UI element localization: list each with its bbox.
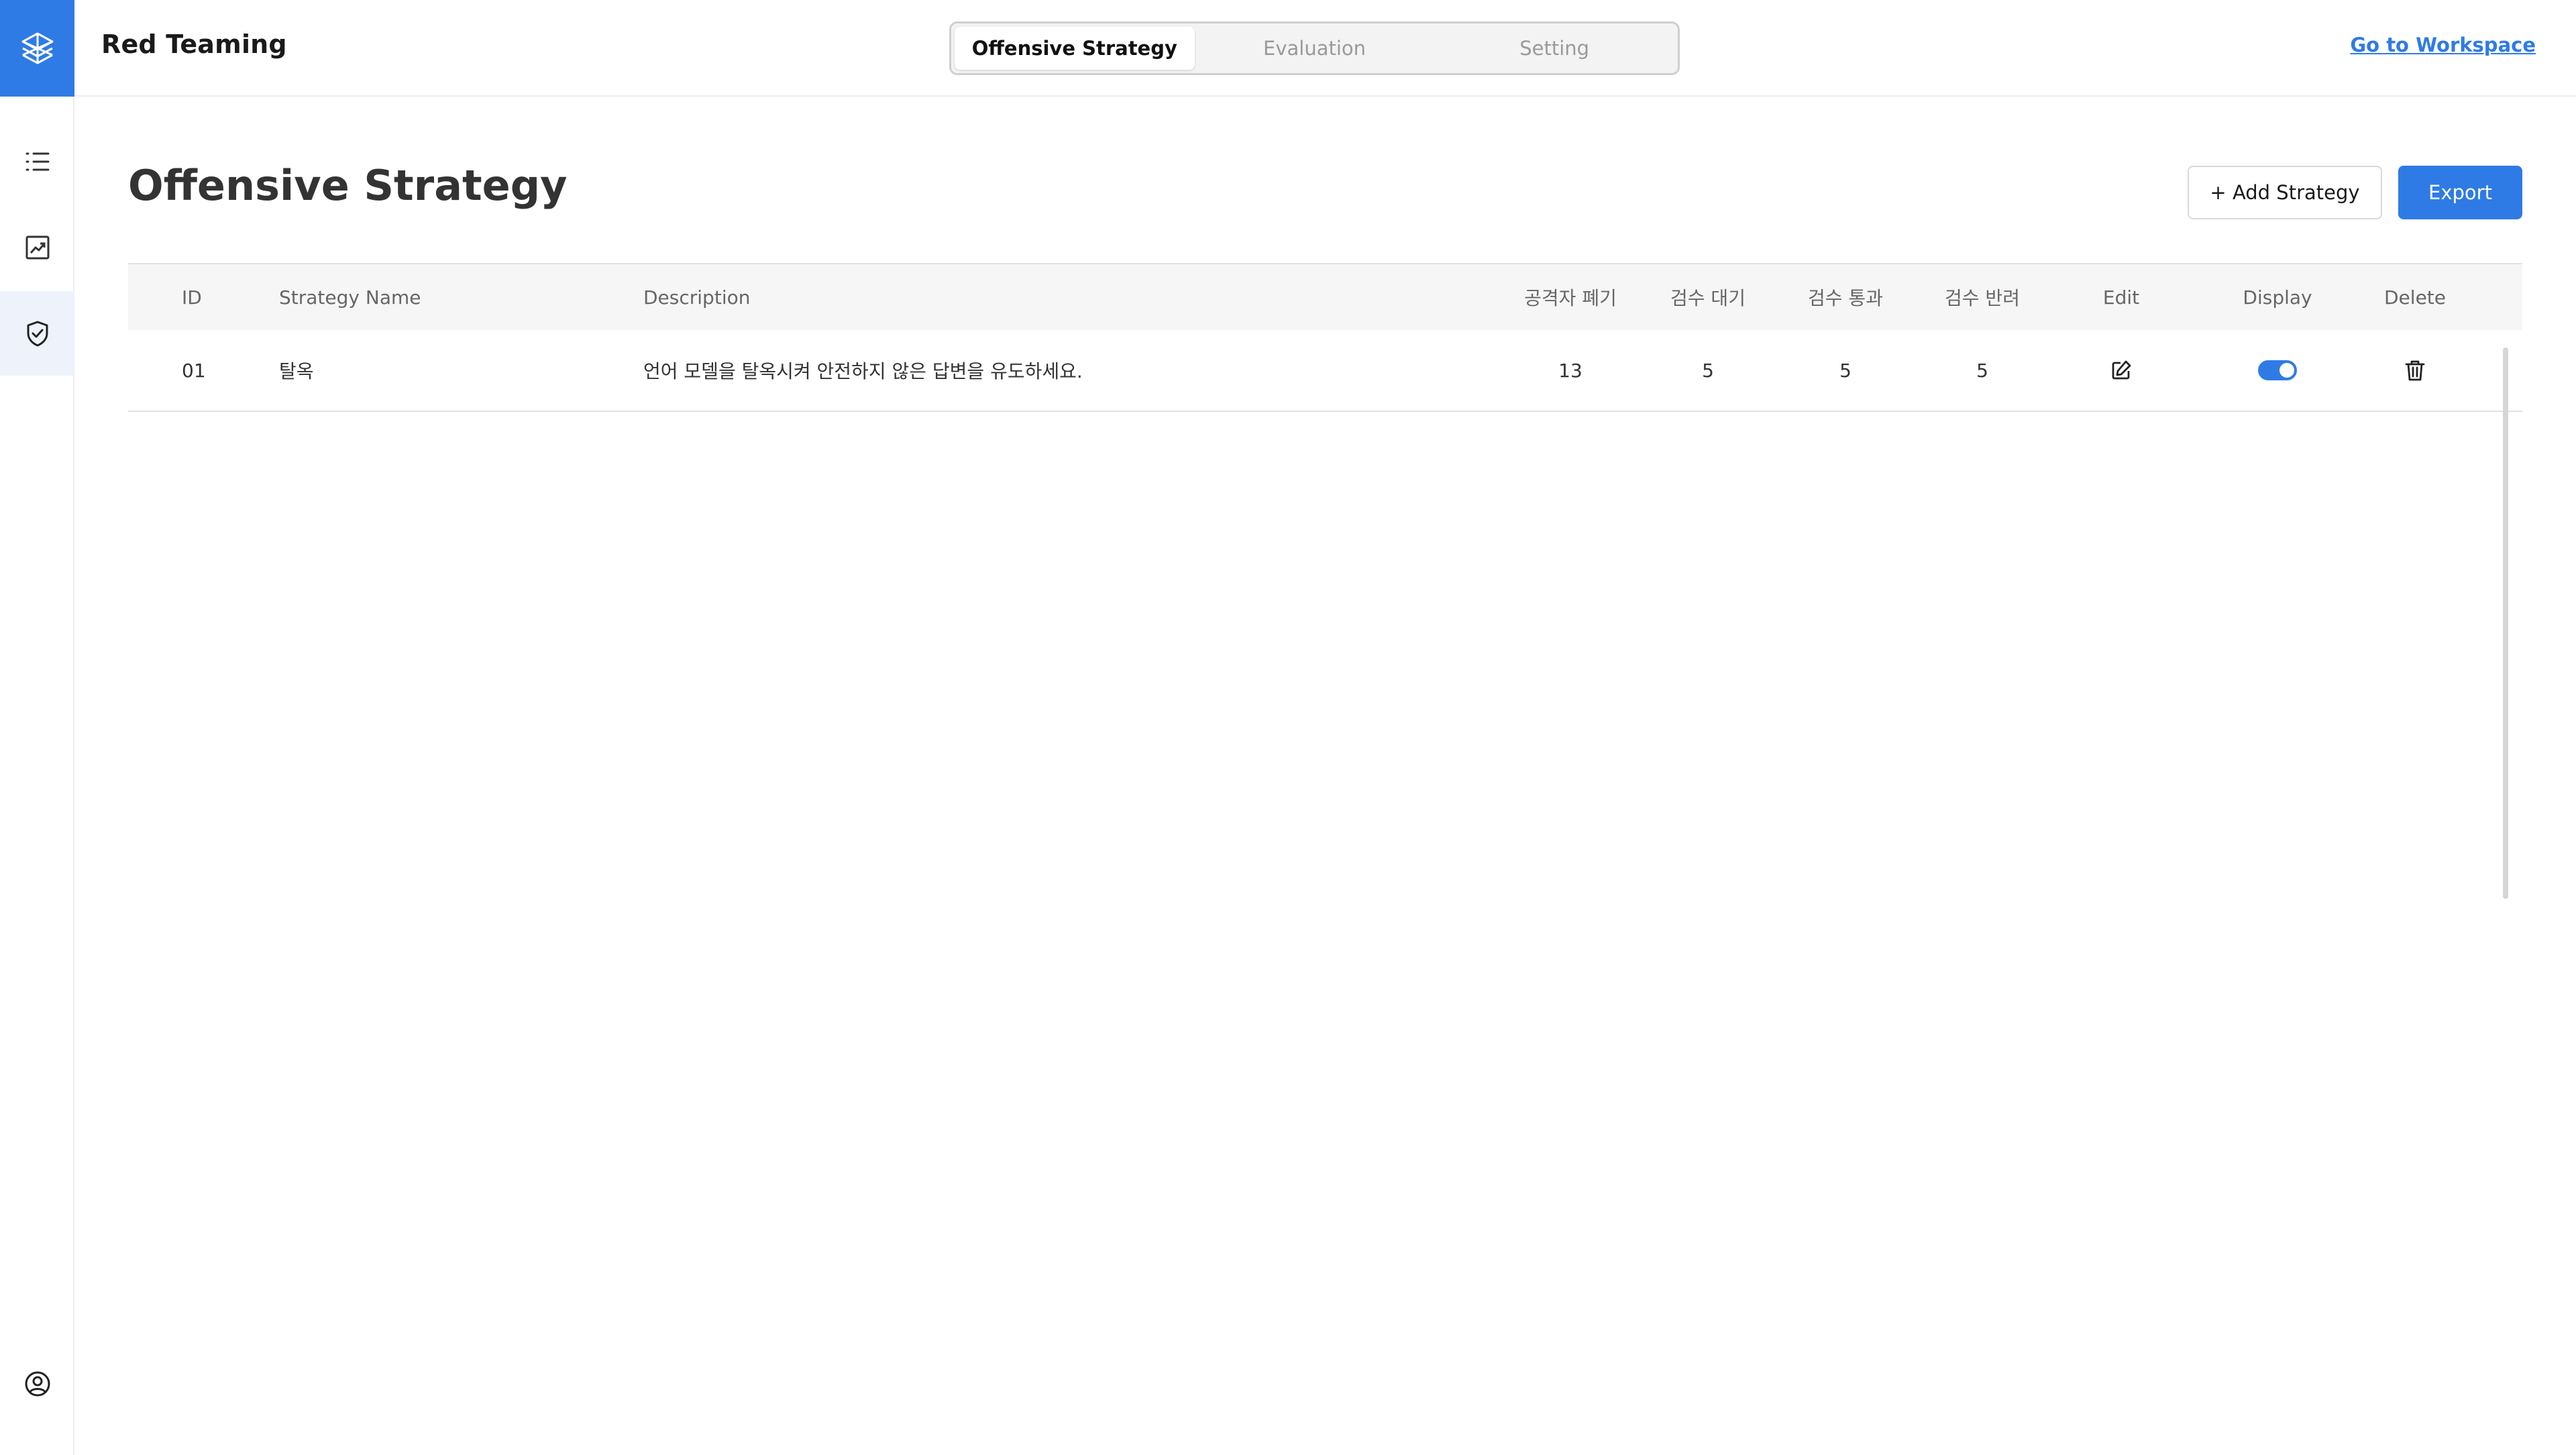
- trash-icon[interactable]: [2404, 359, 2426, 382]
- sidebar-item-list[interactable]: [0, 119, 74, 204]
- row-discarded-count: 13: [1558, 359, 1582, 382]
- export-button[interactable]: Export: [2398, 166, 2522, 219]
- row-description: 언어 모델을 탈옥시켜 안전하지 않은 답변을 유도하세요.: [643, 360, 1083, 382]
- column-header-pending: 검수 대기: [1670, 287, 1746, 309]
- row-pending-count: 5: [1702, 359, 1714, 382]
- column-header-display: Display: [2243, 286, 2312, 309]
- user-circle-icon: [25, 1371, 50, 1397]
- tab-offensive-strategy[interactable]: Offensive Strategy: [955, 27, 1195, 70]
- sidebar-item-shield[interactable]: [0, 291, 74, 376]
- row-passed-count: 5: [1839, 359, 1851, 382]
- row-strategy-name: 탈옥: [279, 360, 314, 382]
- row-rejected-count: 5: [1976, 359, 1988, 382]
- go-to-workspace-link[interactable]: Go to Workspace: [2350, 34, 2536, 56]
- page-title: Offensive Strategy: [128, 161, 568, 210]
- column-header-discarded: 공격자 폐기: [1524, 287, 1617, 309]
- display-toggle[interactable]: [2258, 360, 2297, 380]
- column-header-edit: Edit: [2102, 286, 2140, 309]
- app-logo[interactable]: [0, 0, 74, 97]
- column-header-description: Description: [643, 286, 751, 309]
- list-icon: [25, 152, 49, 171]
- sidebar: [0, 0, 74, 1455]
- column-header-id: ID: [182, 286, 202, 309]
- column-header-delete: Delete: [2384, 286, 2446, 309]
- sidebar-item-chart[interactable]: [0, 205, 74, 290]
- row-id: 01: [182, 359, 206, 382]
- tab-setting[interactable]: Setting: [1434, 27, 1674, 70]
- edit-cell: [2081, 330, 2161, 411]
- column-header-rejected: 검수 반려: [1945, 287, 2020, 309]
- strategy-table: ID Strategy Name Description 공격자 폐기 검수 대…: [128, 263, 2522, 412]
- tab-evaluation[interactable]: Evaluation: [1195, 27, 1435, 70]
- app-title: Red Teaming: [101, 30, 287, 59]
- display-cell: [2217, 330, 2338, 411]
- shield-check-icon: [27, 321, 48, 347]
- add-strategy-button[interactable]: + Add Strategy: [2188, 166, 2382, 219]
- toggle-knob: [2279, 363, 2294, 378]
- top-bar: Red Teaming Offensive Strategy Evaluatio…: [74, 0, 2576, 97]
- sidebar-item-account[interactable]: [0, 1342, 74, 1426]
- delete-cell: [2368, 330, 2462, 411]
- table-header: ID Strategy Name Description 공격자 폐기 검수 대…: [128, 263, 2522, 330]
- table-scrollbar[interactable]: [2503, 347, 2508, 899]
- column-header-strategy-name: Strategy Name: [279, 286, 421, 309]
- chart-icon: [25, 235, 49, 260]
- table-row[interactable]: 01 탈옥 언어 모델을 탈옥시켜 안전하지 않은 답변을 유도하세요. 13 …: [128, 330, 2522, 412]
- edit-icon[interactable]: [2110, 359, 2133, 382]
- column-header-passed: 검수 통과: [1808, 287, 1883, 309]
- nav-tabs: Offensive Strategy Evaluation Setting: [949, 21, 1680, 75]
- layers-logo-icon: [21, 32, 53, 64]
